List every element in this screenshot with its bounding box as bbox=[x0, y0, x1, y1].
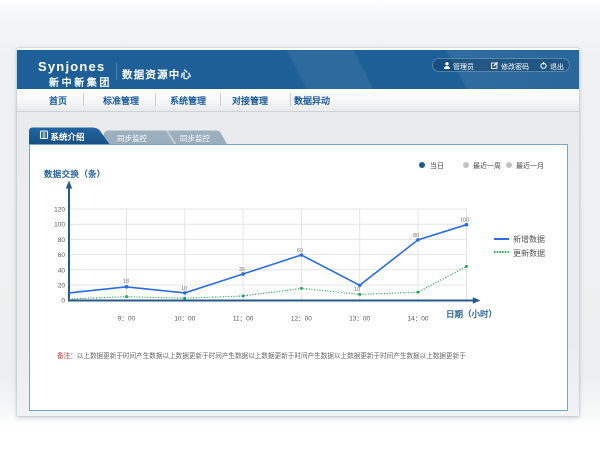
svg-text:120: 120 bbox=[54, 207, 65, 214]
svg-text:14：00: 14：00 bbox=[408, 316, 429, 323]
svg-text:20: 20 bbox=[58, 283, 66, 290]
svg-text:10: 10 bbox=[354, 287, 360, 293]
svg-text:10: 10 bbox=[181, 286, 187, 292]
svg-text:10：00: 10：00 bbox=[174, 316, 195, 323]
svg-text:12：00: 12：00 bbox=[291, 316, 312, 323]
svg-text:80: 80 bbox=[58, 237, 66, 244]
svg-text:80: 80 bbox=[413, 233, 419, 239]
svg-text:35: 35 bbox=[239, 267, 245, 273]
svg-text:60: 60 bbox=[297, 248, 303, 254]
svg-text:13：00: 13：00 bbox=[349, 316, 370, 323]
svg-text:60: 60 bbox=[58, 252, 66, 259]
svg-text:40: 40 bbox=[58, 267, 66, 274]
svg-text:100: 100 bbox=[54, 222, 65, 229]
svg-text:0: 0 bbox=[61, 298, 65, 305]
svg-text:9：00: 9：00 bbox=[118, 316, 136, 323]
svg-text:11：00: 11：00 bbox=[233, 316, 254, 323]
svg-text:18: 18 bbox=[123, 279, 129, 285]
svg-text:100: 100 bbox=[460, 218, 469, 224]
